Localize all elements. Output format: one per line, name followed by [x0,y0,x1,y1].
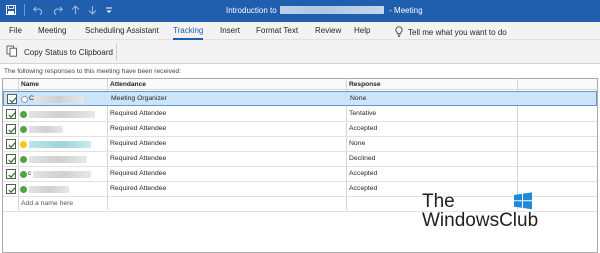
copy-status-button[interactable]: Copy Status to Clipboard [6,45,113,59]
tell-me-search[interactable]: Tell me what you want to do [395,26,507,39]
watermark-line2: WindowsClub [422,210,539,231]
tab-scheduling-assistant[interactable]: Scheduling Assistant [85,26,159,35]
redacted-name [33,171,91,178]
ribbon-tabs: File Meeting Scheduling Assistant Tracki… [0,22,600,40]
table-row[interactable]: Required Attendee Accepted [3,122,597,137]
down-arrow-icon[interactable] [88,5,97,15]
response-cell: Accepted [349,185,378,192]
response-cell: Declined [349,155,376,162]
tab-review[interactable]: Review [315,26,341,35]
copy-status-label: Copy Status to Clipboard [24,47,113,57]
response-cell: Accepted [349,170,378,177]
response-cell: Accepted [349,125,378,132]
row-checkbox[interactable] [6,109,16,119]
status-accepted-icon [20,156,27,163]
row-checkbox[interactable] [6,124,16,134]
window-title-prefix: Introduction to [226,6,277,15]
table-row[interactable]: C Meeting Organizer None [3,91,597,106]
attendance-cell: Required Attendee [110,185,167,192]
header-attendance[interactable]: Attendance [110,81,146,88]
toolbar-divider [24,4,25,16]
attendance-cell: Required Attendee [110,140,167,147]
window-title: Introduction to - Meeting [226,6,423,15]
table-header: Name Attendance Response [3,79,597,90]
redo-icon[interactable] [52,5,63,15]
quick-access-toolbar [6,4,113,16]
status-pending-icon [20,141,27,148]
save-icon[interactable] [6,5,16,15]
row-checkbox[interactable] [6,139,16,149]
attendee-name: c [28,170,32,177]
tab-tracking[interactable]: Tracking [173,26,203,35]
redacted-name [29,186,69,193]
lightbulb-icon [395,26,403,39]
windows-logo-icon [513,192,533,212]
tab-insert[interactable]: Insert [220,26,240,35]
tab-meeting[interactable]: Meeting [38,26,66,35]
header-response[interactable]: Response [349,81,381,88]
table-row[interactable]: Required Attendee Declined [3,152,597,167]
window-title-suffix: - Meeting [389,6,423,15]
redacted-name [29,156,87,163]
table-row[interactable]: Required Attendee None [3,137,597,152]
redacted-name [29,126,63,133]
attendance-cell: Required Attendee [110,125,167,132]
row-checkbox[interactable] [6,169,16,179]
title-bar: Introduction to - Meeting [0,0,600,22]
add-name-input[interactable]: Add a name here [21,200,73,207]
redacted-name [34,96,84,103]
watermark: The WindowsClub [422,192,538,230]
row-checkbox[interactable] [6,184,16,194]
status-accepted-icon [20,171,27,178]
undo-icon[interactable] [33,5,44,15]
tell-me-text: Tell me what you want to do [408,28,507,37]
row-checkbox[interactable] [6,154,16,164]
attendance-cell: Required Attendee [110,170,167,177]
redacted-name [29,141,91,148]
table-row[interactable]: Required Attendee Tentative [3,107,597,122]
copy-icon [6,45,18,59]
tab-file[interactable]: File [9,26,22,35]
response-cell: None [350,95,367,102]
response-cell: Tentative [349,110,377,117]
command-divider [116,43,117,61]
attendance-cell: Required Attendee [110,155,167,162]
redacted-name [29,111,95,118]
customize-toolbar-icon[interactable] [105,5,113,15]
tab-format-text[interactable]: Format Text [256,26,298,35]
status-accepted-icon [20,126,27,133]
attendance-cell: Required Attendee [110,110,167,117]
tab-help[interactable]: Help [354,26,370,35]
status-accepted-icon [20,186,27,193]
responses-info-text: The following responses to this meeting … [4,68,182,75]
response-cell: None [349,140,366,147]
table-row[interactable]: c Required Attendee Accepted [3,167,597,182]
command-bar: Copy Status to Clipboard [0,40,600,64]
attendance-cell: Meeting Organizer [111,95,167,102]
status-none-icon [21,96,28,103]
status-accepted-icon [20,111,27,118]
up-arrow-icon[interactable] [71,5,80,15]
redacted-title [279,6,384,14]
row-checkbox[interactable] [7,94,17,104]
header-name[interactable]: Name [21,81,39,88]
